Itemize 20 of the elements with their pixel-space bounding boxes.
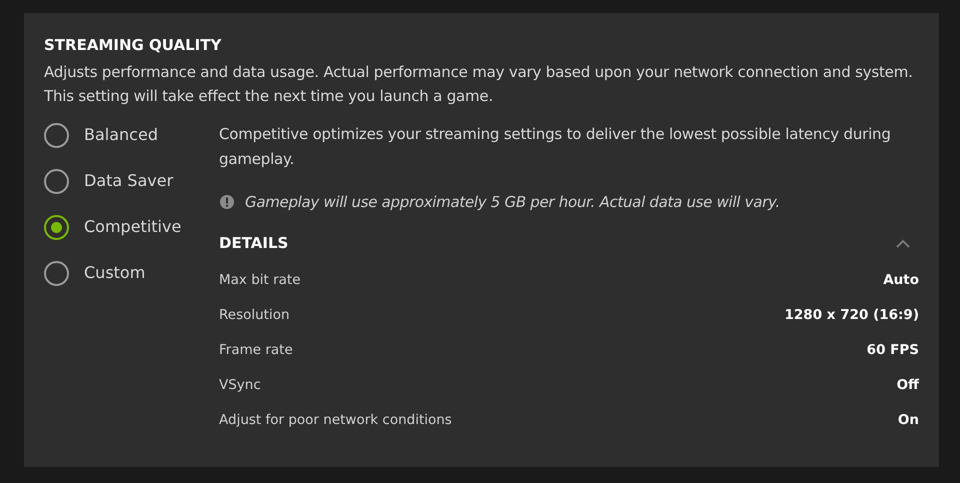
detail-value: Off (896, 376, 919, 395)
radio-option[interactable]: Data Saver (44, 168, 219, 194)
detail-value: On (898, 410, 919, 430)
radio-option[interactable]: Competitive (44, 214, 219, 240)
details-header[interactable]: DETAILS (219, 232, 919, 256)
detail-label: Max bit rate (219, 270, 301, 290)
notice-text: Gameplay will use approximately 5 GB per hour. Actual data use will vary. (245, 192, 780, 213)
detail-value: 1280 x 720 (16:9) (784, 306, 919, 325)
alert-icon (219, 194, 235, 210)
radio-option[interactable]: Custom (44, 260, 219, 286)
detail-label: Resolution (219, 306, 290, 325)
detail-label: Adjust for poor network conditions (219, 410, 452, 430)
summary-text: Competitive optimizes your streaming settings to deliver the lowest possible latency during gameplay. (219, 124, 892, 170)
detail-label: Frame rate (219, 340, 293, 360)
section-title: STREAMING QUALITY (44, 35, 222, 55)
detail-label: VSync (219, 376, 261, 395)
radio-option[interactable]: Balanced (44, 122, 219, 148)
detail-value: 60 FPS (866, 340, 919, 360)
detail-value: Auto (883, 270, 919, 290)
description: Adjusts performance and data usage. Actual performance may vary based upon your network connection and system. This setting will take effect the next time you launch a game. (44, 62, 914, 107)
